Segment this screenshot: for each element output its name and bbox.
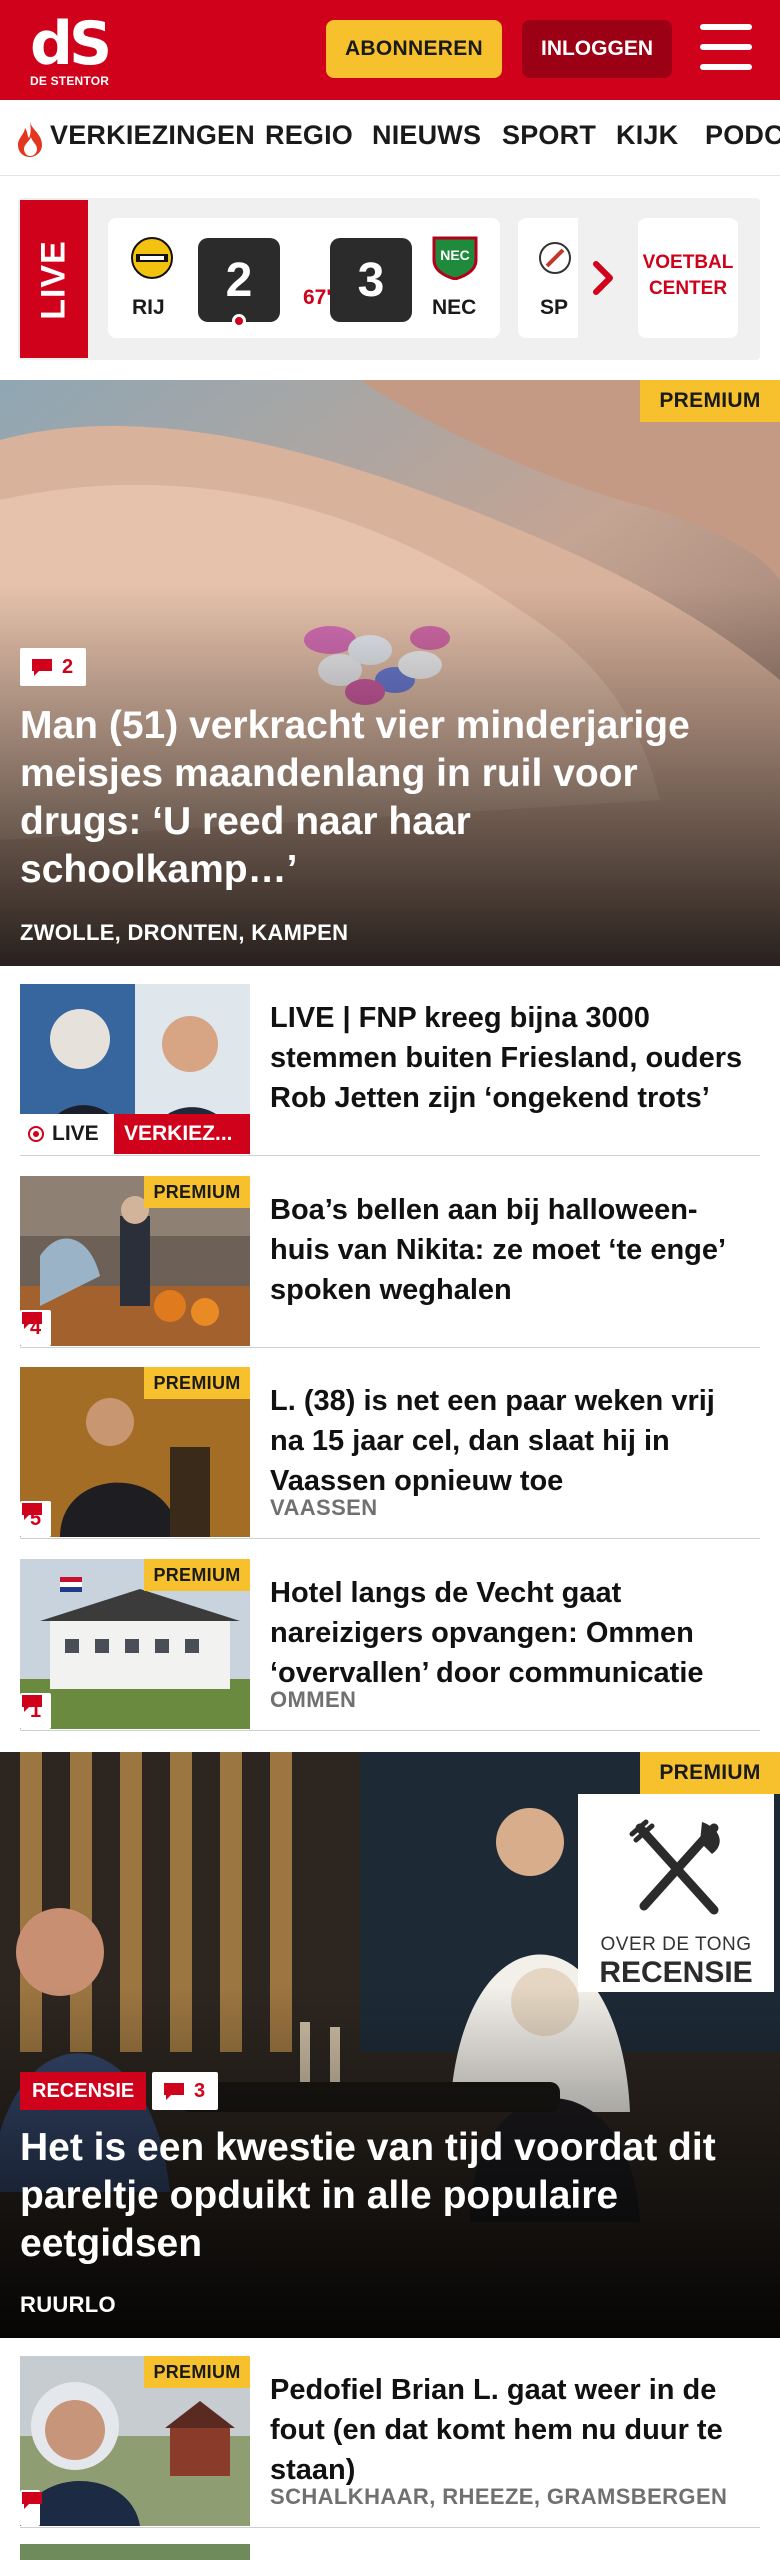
article-thumbnail: PREMIUM 4 (20, 1176, 250, 1346)
hero-article-recensie[interactable]: PREMIUM OVER DE TONG RECENSIE RECENSIE 3… (0, 1752, 780, 2338)
match-minute: 67' (303, 286, 332, 309)
menu-icon[interactable] (700, 24, 752, 70)
list-item[interactable]: PREMIUM 1 Hotel langs de Vecht gaat nare… (20, 1559, 760, 1731)
comment-icon (32, 659, 52, 676)
section-nav: VERKIEZINGEN REGIO NIEUWS SPORT KIJK POD… (0, 100, 780, 176)
hero-title[interactable]: Man (51) verkracht vier minderjarige mei… (20, 702, 750, 894)
top-header: dS DE STENTOR ABONNEREN INLOGGEN (0, 0, 780, 100)
login-button[interactable]: INLOGGEN (522, 20, 672, 78)
article-title[interactable]: Boa’s bellen aan bij halloween-huis van … (270, 1190, 750, 1310)
nav-item-regio[interactable]: REGIO (265, 120, 353, 151)
article-title[interactable]: L. (38) is net een paar weken vrij na 15… (270, 1381, 750, 1501)
hero-article[interactable]: PREMIUM 2 Man (51) verkracht vier minder… (0, 380, 780, 966)
premium-badge: PREMIUM (640, 1752, 780, 1794)
next-match-card[interactable]: SP (518, 218, 578, 338)
hero2-title[interactable]: Het is een kwestie van tijd voordat dit … (20, 2124, 760, 2268)
list-item[interactable]: PREMIUM 5 L. (38) is net een paar weken … (20, 1367, 760, 1539)
article-thumbnail: PREMIUM 1 (20, 1559, 250, 1729)
premium-badge: PREMIUM (640, 380, 780, 422)
article-title[interactable]: Pedofiel Brian L. gaat weer in de fout (… (270, 2370, 750, 2490)
home-score: 2 (198, 238, 280, 322)
home-team-abbr: RIJ (132, 296, 165, 319)
article-thumbnail: LIVE VERKIEZ... (20, 984, 250, 1154)
list-item[interactable]: PREMIUM 4 Boa’s bellen aan bij halloween… (20, 1176, 760, 1348)
comment-icon (164, 2083, 184, 2100)
premium-badge: PREMIUM (144, 1559, 250, 1591)
voetbal-center-link[interactable]: VOETBAL CENTER (638, 218, 738, 338)
away-team-abbr: NEC (432, 296, 477, 319)
away-team-crest-icon: NEC (432, 236, 478, 280)
voetbal-center-line2: CENTER (648, 278, 728, 299)
match-card[interactable]: RIJ 2 67' 3 NEC NEC (108, 218, 500, 338)
nav-item-kijk[interactable]: KIJK (616, 120, 678, 151)
live-dot-icon (28, 1126, 44, 1142)
hero-location: ZWOLLE, DRONTEN, KAMPEN (20, 920, 349, 945)
live-badge: LIVE (20, 1114, 114, 1154)
comment-count[interactable] (20, 2490, 42, 2526)
recensie-badge: RECENSIE (20, 2072, 147, 2110)
article-thumbnail (20, 2544, 250, 2560)
recensie-logo-text: RECENSIE (599, 1956, 753, 1989)
nav-item-verkiezingen[interactable]: VERKIEZINGEN (50, 120, 255, 151)
comment-count[interactable]: 3 (152, 2072, 218, 2110)
possession-indicator (232, 314, 246, 328)
article-thumbnail: PREMIUM 5 (20, 1367, 250, 1537)
list-item[interactable]: LIVE VERKIEZ... LIVE | FNP kreeg bijna 3… (20, 984, 760, 1156)
article-location: OMMEN (270, 1687, 357, 1712)
hero2-location: RUURLO (20, 2292, 116, 2317)
nav-item-sport[interactable]: SPORT (502, 120, 596, 151)
next-team-abbr: SP (540, 296, 569, 319)
list-item-partial[interactable] (20, 2544, 760, 2560)
nav-item-podcast[interactable]: PODCAST (705, 120, 780, 151)
comment-count-value: 2 (62, 655, 74, 678)
svg-text:NEC: NEC (440, 247, 470, 263)
logo-text: DE STENTOR (30, 74, 110, 88)
live-badge-label: LIVE (52, 1122, 99, 1145)
article-thumbnail: PREMIUM (20, 2356, 250, 2526)
article-title[interactable]: Hotel langs de Vecht gaat nareizigers op… (270, 1573, 750, 1693)
voetbal-center-line1: VOETBAL (642, 252, 734, 273)
next-team-crest-icon (539, 242, 571, 274)
live-label: LIVE (20, 200, 88, 358)
logo-mark: dS (30, 9, 112, 79)
live-scores-bar: LIVE RIJ 2 67' 3 NEC NEC SP VOETBAL CENT… (18, 198, 760, 360)
comment-count[interactable]: 4 (20, 1310, 52, 1346)
article-location: SCHALKHAAR, RHEEZE, GRAMSBERGEN (270, 2484, 728, 2509)
fork-knife-icon (629, 1819, 720, 1915)
nav-item-nieuws[interactable]: NIEUWS (372, 120, 481, 151)
home-team-crest-icon (131, 237, 173, 279)
comment-count[interactable]: 5 (20, 1501, 52, 1537)
chevron-right-icon[interactable] (592, 260, 616, 296)
article-location: VAASSEN (270, 1495, 378, 1520)
comment-icon (22, 1312, 42, 1329)
comment-count[interactable]: 2 (20, 648, 86, 686)
category-badge: VERKIEZ... (114, 1114, 250, 1154)
premium-badge: PREMIUM (144, 1367, 250, 1399)
over-de-tong-text: OVER DE TONG (600, 1934, 752, 1955)
comment-count[interactable]: 1 (20, 1693, 52, 1729)
premium-badge: PREMIUM (144, 2356, 250, 2388)
flame-icon (18, 122, 42, 157)
away-score: 3 (330, 238, 412, 322)
comment-count-value: 3 (194, 2079, 206, 2102)
over-de-tong-logo: OVER DE TONG RECENSIE (578, 1794, 774, 1992)
site-logo[interactable]: dS DE STENTOR (22, 14, 142, 90)
article-title[interactable]: LIVE | FNP kreeg bijna 3000 stemmen buit… (270, 998, 750, 1118)
list-item[interactable]: PREMIUM Pedofiel Brian L. gaat weer in d… (20, 2356, 760, 2528)
comment-icon (22, 1695, 42, 1712)
subscribe-button[interactable]: ABONNEREN (326, 20, 502, 78)
comment-icon (22, 2492, 42, 2509)
comment-icon (22, 1503, 42, 1520)
premium-badge: PREMIUM (144, 1176, 250, 1208)
